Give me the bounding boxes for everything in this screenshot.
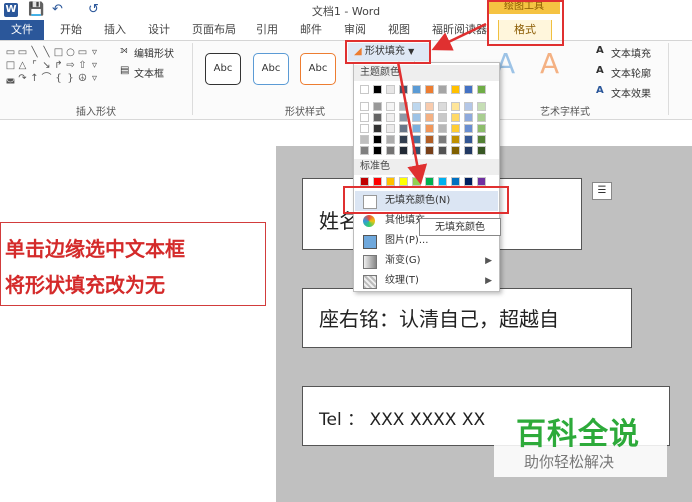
- watermark: 百科全说 助你轻松解决: [494, 407, 667, 477]
- arrow-to-shape-fill: [431, 22, 487, 51]
- arrow-to-no-fill: [396, 61, 428, 185]
- watermark-title: 百科全说: [516, 417, 640, 452]
- watermark-subtitle: 助你轻松解决: [524, 453, 615, 471]
